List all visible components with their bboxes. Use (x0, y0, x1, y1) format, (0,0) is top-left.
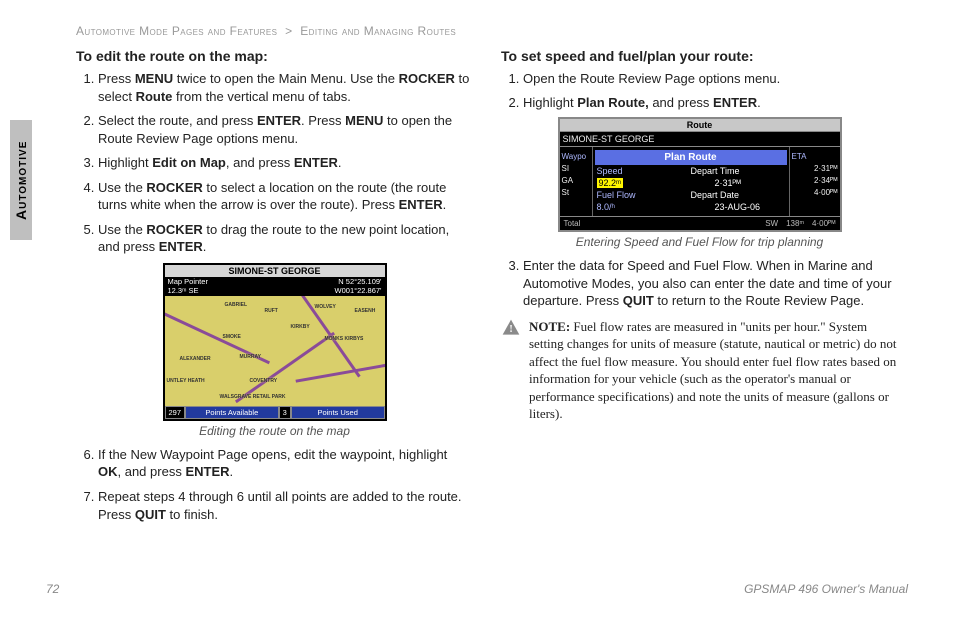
right-column: To set speed and fuel/plan your route: O… (501, 44, 898, 530)
left-step-5: Use the ROCKER to drag the route to the … (98, 221, 473, 256)
warning-icon: ! (501, 318, 521, 338)
left-step-2: Select the route, and press ENTER. Press… (98, 112, 473, 147)
map-foot-num-left: 297 (165, 406, 186, 419)
plan-rightcol: ETA 2·31ᴾᴹ 2·34ᴾᴹ 4·00ᴾᴹ (789, 147, 840, 216)
plan-leftcol: Waypo SI GA St (560, 147, 593, 216)
left-heading: To edit the route on the map: (76, 48, 473, 64)
map-foot-left: Points Available (185, 406, 279, 419)
plan-foot-total: Total (560, 217, 762, 230)
figure-map-caption: Editing the route on the map (76, 424, 473, 438)
plan-foot-sw: SW (761, 217, 782, 230)
breadcrumb-section: Automotive Mode Pages and Features (76, 24, 277, 38)
right-step-1: Open the Route Review Page options menu. (523, 70, 898, 88)
figure-plan-route: Route SIMONE-ST GEORGE Waypo SI GA St Pl… (501, 117, 898, 249)
map-title: SIMONE-ST GEORGE (165, 265, 385, 277)
left-step-1: Press MENU twice to open the Main Menu. … (98, 70, 473, 105)
left-step-7: Repeat steps 4 through 6 until all point… (98, 488, 473, 523)
left-step-3: Highlight Edit on Map, and press ENTER. (98, 154, 473, 172)
note-label: NOTE: (529, 319, 570, 334)
figure-plan-caption: Entering Speed and Fuel Flow for trip pl… (501, 235, 898, 249)
note-body: Fuel flow rates are measured in "units p… (529, 319, 897, 422)
plan-header: Route (560, 119, 840, 132)
map-sub-right: N 52°25.109' W001°22.867' (335, 277, 382, 295)
left-step-6: If the New Waypoint Page opens, edit the… (98, 446, 473, 481)
figure-map: SIMONE-ST GEORGE Map Pointer 12.3ᵐ SE N … (76, 263, 473, 438)
right-step-3: Enter the data for Speed and Fuel Flow. … (523, 257, 898, 310)
plan-dialog-title: Plan Route (595, 150, 787, 165)
page-number: 72 (46, 582, 59, 596)
breadcrumb: Automotive Mode Pages and Features > Edi… (76, 24, 908, 38)
map-area: GABRIEL RUFT WOLVEY EASENH SMOKE KIRKBY … (165, 296, 385, 406)
breadcrumb-sub: Editing and Managing Routes (300, 24, 456, 38)
breadcrumb-sep: > (285, 24, 292, 38)
left-step-4: Use the ROCKER to select a location on t… (98, 179, 473, 214)
left-column: To edit the route on the map: Press MENU… (76, 44, 473, 530)
map-foot-num-right: 3 (279, 406, 291, 419)
note-block: ! NOTE: Fuel flow rates are measured in … (501, 318, 898, 423)
plan-dialog: Plan Route SpeedDepart Time 92.2ᵐ2·31ᴾᴹ … (593, 147, 789, 216)
right-step-2: Highlight Plan Route, and press ENTER. (523, 94, 898, 112)
side-tab-automotive: Automotive (10, 120, 32, 240)
map-sub-left: Map Pointer 12.3ᵐ SE (168, 277, 208, 295)
plan-foot-time: 4·00ᴾᴹ (808, 217, 839, 230)
manual-title: GPSMAP 496 Owner's Manual (744, 582, 908, 596)
plan-subtitle: SIMONE-ST GEORGE (560, 132, 840, 147)
right-heading: To set speed and fuel/plan your route: (501, 48, 898, 64)
svg-text:!: ! (509, 324, 512, 335)
map-foot-right: Points Used (291, 406, 385, 419)
plan-foot-dist: 138ᵐ (782, 217, 808, 230)
plan-speed-value: 92.2ᵐ (597, 178, 624, 188)
